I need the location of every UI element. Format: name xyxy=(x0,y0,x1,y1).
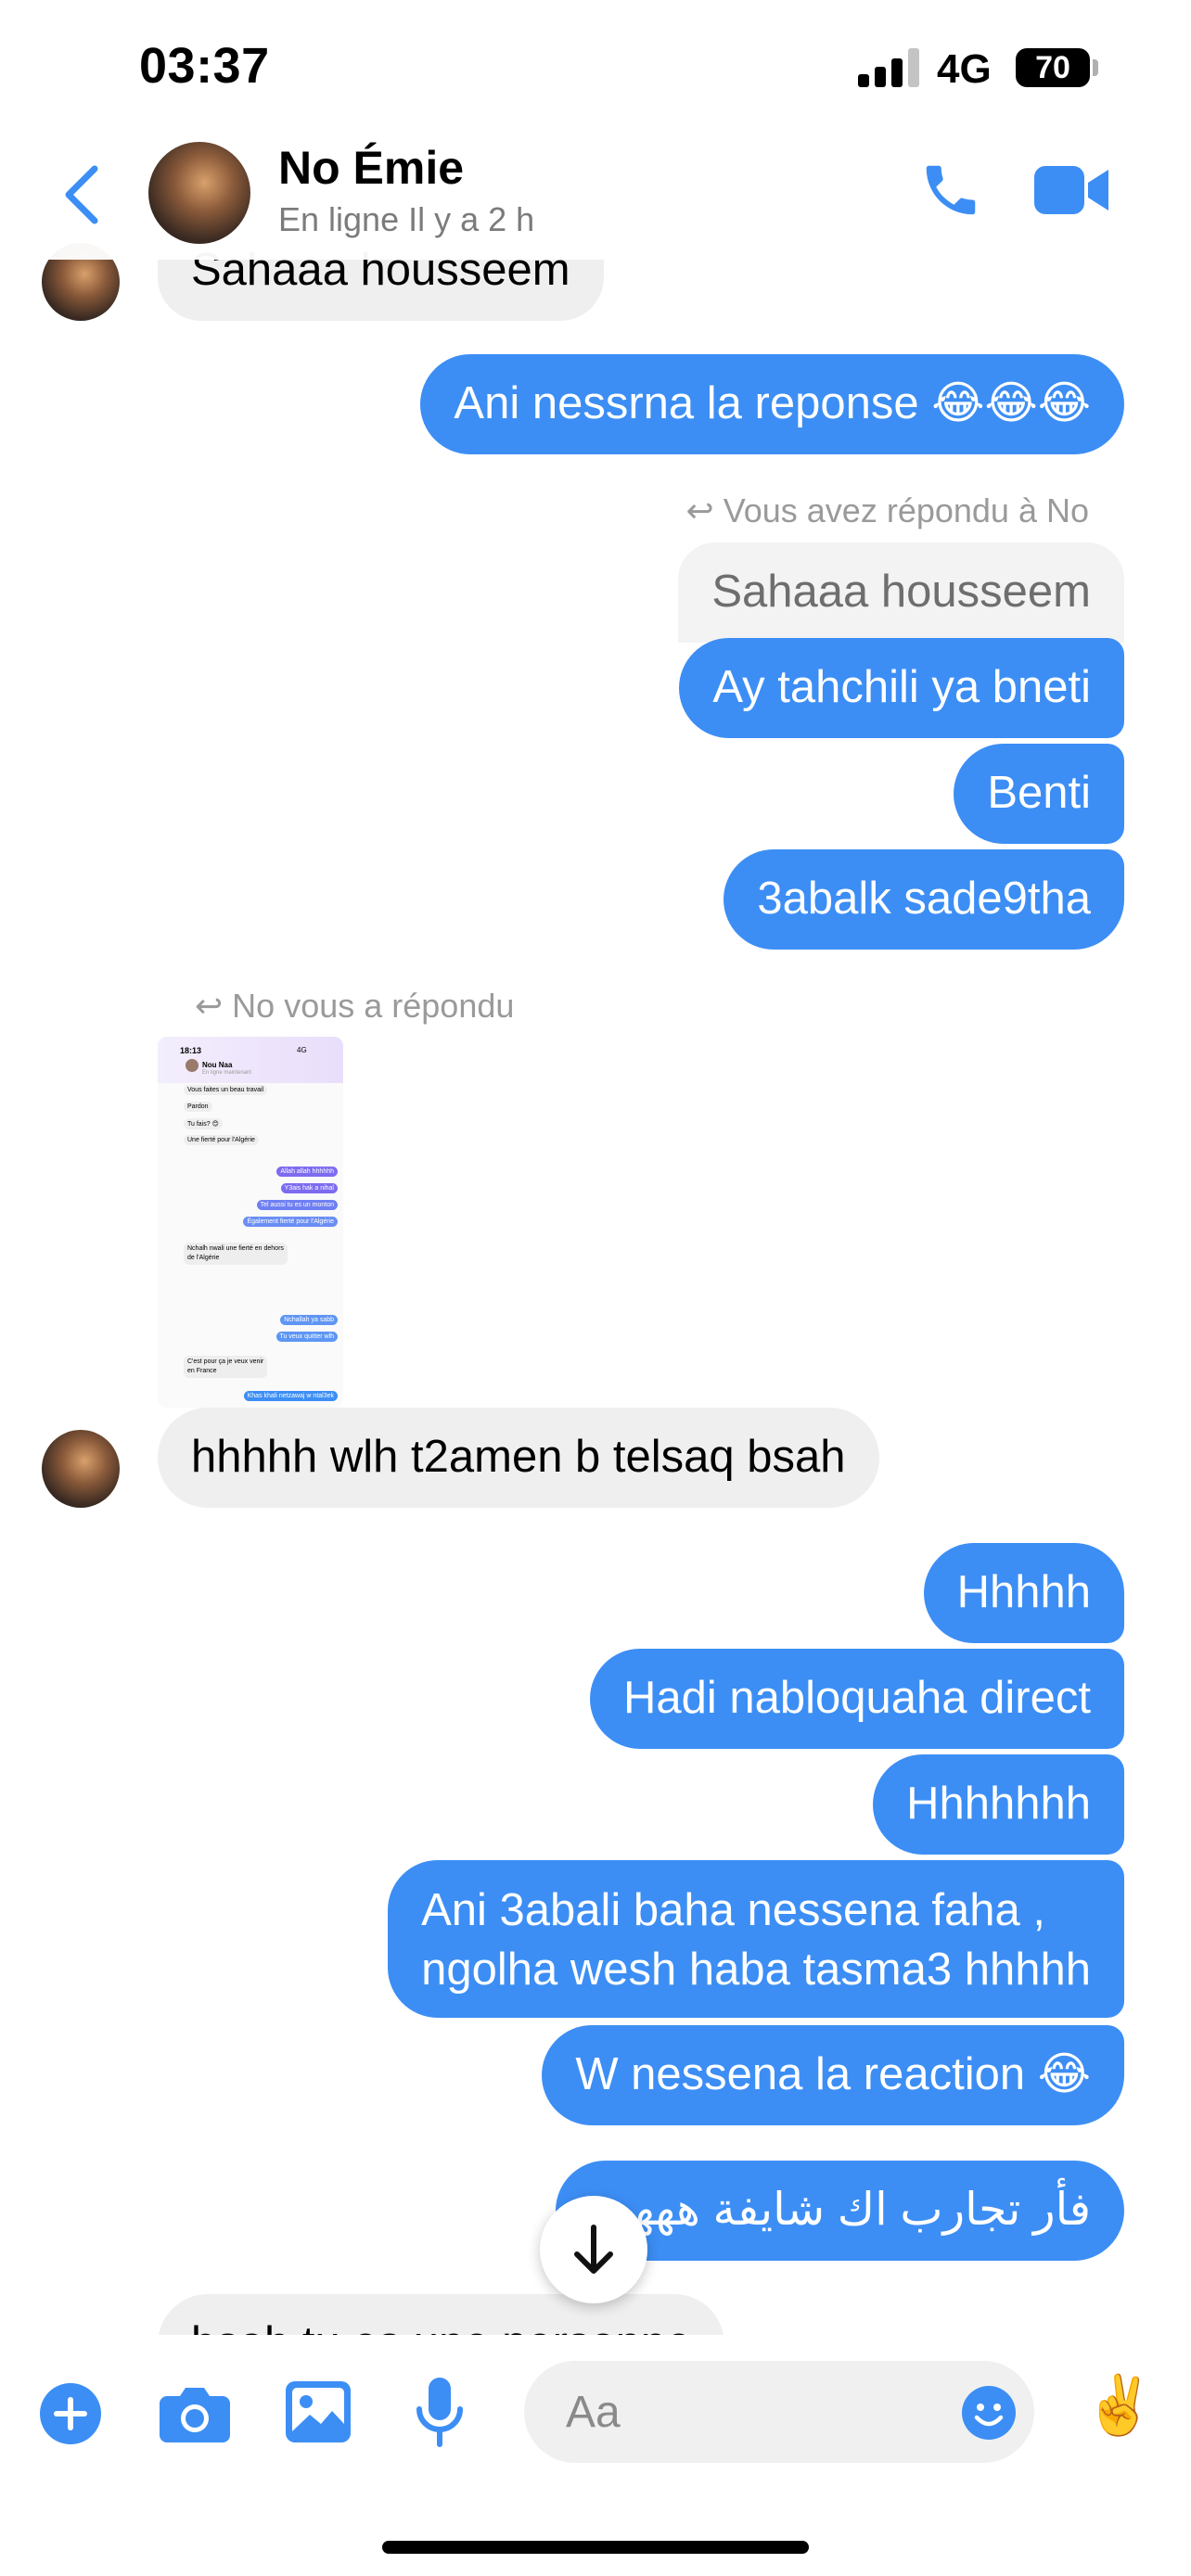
attachment-line: Vous faites un beau travail xyxy=(184,1085,268,1095)
scroll-to-bottom-button[interactable] xyxy=(540,2196,647,2303)
emoji-icon[interactable] xyxy=(962,2386,1016,2440)
contact-avatar-small[interactable] xyxy=(42,1430,120,1508)
message-incoming[interactable]: hhhhh wlh t2amen b telsaq bsah xyxy=(158,1408,879,1508)
contact-avatar[interactable] xyxy=(148,142,250,244)
attachment-avatar xyxy=(186,1059,198,1072)
camera-icon[interactable] xyxy=(160,2385,230,2442)
attachment-line: Nchallah ya sabb xyxy=(280,1315,338,1325)
message-outgoing[interactable]: W nessena la reaction 😂 xyxy=(542,2025,1124,2125)
message-line: ngolha wesh haba tasma3 hhhhh xyxy=(421,1945,1091,1995)
attachment-line: Y3ais hak a nihal xyxy=(280,1183,338,1193)
plus-icon[interactable] xyxy=(40,2383,101,2444)
home-indicator xyxy=(382,2541,809,2554)
message-outgoing[interactable]: 3abalk sade9tha xyxy=(724,849,1124,950)
arrow-down-icon xyxy=(574,2225,613,2274)
message-outgoing[interactable]: Hhhhh xyxy=(923,1543,1124,1643)
reply-arrow-icon: ↩ xyxy=(195,987,224,1025)
victory-hand-emoji[interactable]: ✌️ xyxy=(1083,2372,1155,2440)
attachment-line-part: en France xyxy=(187,1368,217,1374)
microphone-icon[interactable] xyxy=(414,2378,466,2448)
reply-note-text: No vous a répondu xyxy=(232,987,515,1025)
reply-note-outgoing: ↩ Vous avez répondu à No xyxy=(686,491,1089,530)
attachment-line-part: de l'Algérie xyxy=(187,1255,220,1261)
reply-note-incoming: ↩ No vous a répondu xyxy=(195,987,514,1026)
back-chevron-icon[interactable] xyxy=(54,158,109,232)
attachment-line: Khas khali netzawaj w ntal3ek xyxy=(243,1391,338,1401)
reply-note-text: Vous avez répondu à No xyxy=(723,491,1089,529)
video-camera-icon[interactable] xyxy=(1034,162,1108,218)
message-list[interactable]: Sahaaa housseem Ani nessrna la reponse 😂… xyxy=(0,0,1191,2346)
message-outgoing[interactable]: Hhhhhhh xyxy=(873,1754,1124,1855)
composer-bar: Aa ✌️ xyxy=(0,2335,1191,2576)
attachment-line: C'est pour ça je veux venir en France xyxy=(184,1356,268,1378)
message-outgoing[interactable]: Ani nessrna la reponse 😂😂😂 xyxy=(420,354,1124,454)
message-line: Ani 3abali baha nessena faha , xyxy=(421,1885,1045,1935)
reply-arrow-icon: ↩ xyxy=(685,491,714,529)
contact-name[interactable]: No Émie xyxy=(278,141,464,195)
message-outgoing[interactable]: Ay tahchili ya bneti xyxy=(679,638,1124,738)
contact-status: En ligne Il y a 2 h xyxy=(278,200,535,238)
message-input[interactable]: Aa xyxy=(524,2361,1034,2463)
attachment-header xyxy=(158,1037,343,1083)
message-outgoing[interactable]: Benti xyxy=(954,744,1124,844)
attachment-line: Également fierté pour l'Algérie xyxy=(243,1217,338,1227)
attachment-status: En ligne maintenant xyxy=(202,1070,252,1076)
image-attachment[interactable]: 18:13 4G Nou Naa En ligne maintenant Vou… xyxy=(158,1037,343,1408)
attachment-line: Allah allah hhhhhh xyxy=(276,1167,338,1177)
chat-header: No Émie En ligne Il y a 2 h xyxy=(0,130,1191,260)
message-input-placeholder: Aa xyxy=(566,2388,621,2437)
message-outgoing[interactable]: Ani 3abali baha nessena faha , ngolha we… xyxy=(388,1860,1124,2018)
attachment-line: Tu fais? 😊 xyxy=(184,1118,223,1129)
quoted-message[interactable]: Sahaaa housseem xyxy=(678,542,1124,643)
image-icon[interactable] xyxy=(286,2381,351,2442)
attachment-network: 4G xyxy=(297,1046,307,1054)
phone-icon[interactable] xyxy=(918,158,983,223)
attachment-line: Une fierté pour l'Algérie xyxy=(184,1135,259,1145)
message-outgoing[interactable]: Hadi nabloquaha direct xyxy=(590,1649,1124,1749)
attachment-line: Pardon xyxy=(184,1102,212,1112)
attachment-name: Nou Naa xyxy=(202,1061,233,1069)
attachment-line: Tu veux quitter wlh xyxy=(275,1332,338,1342)
attachment-line-part: C'est pour ça je veux venir xyxy=(187,1358,264,1365)
attachment-time: 18:13 xyxy=(180,1046,202,1055)
attachment-line: Tel aussi tu es un monton xyxy=(256,1200,338,1210)
attachment-line-part: Nchalh nwali une fierté en dehors xyxy=(187,1245,284,1252)
attachment-line: Nchalh nwali une fierté en dehors de l'A… xyxy=(184,1243,288,1265)
